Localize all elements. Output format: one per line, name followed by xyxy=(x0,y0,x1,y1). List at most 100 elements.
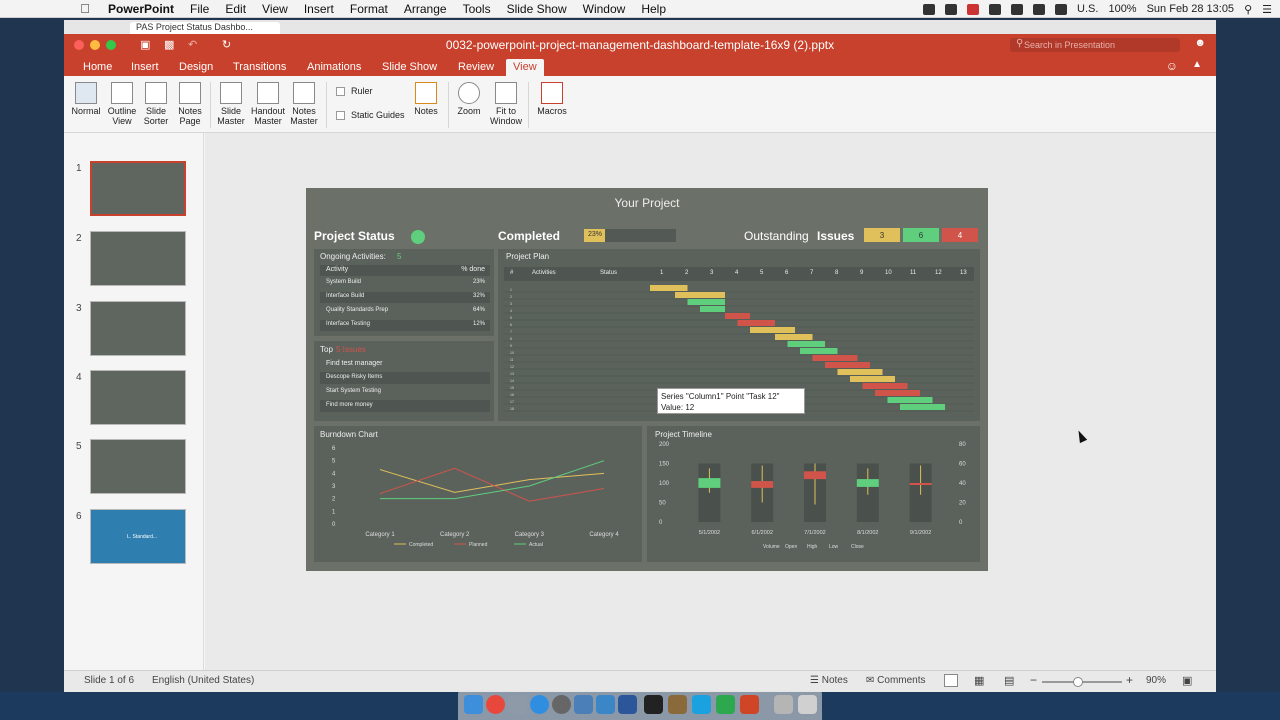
notes-button[interactable]: Notes xyxy=(408,82,444,116)
fit-to-window-button[interactable]: Fit to Window xyxy=(486,82,526,126)
airplay-icon[interactable] xyxy=(989,3,1002,15)
volume-icon[interactable] xyxy=(1033,3,1046,15)
notes-master-button[interactable]: Notes Master xyxy=(286,82,322,126)
powerpoint-icon[interactable] xyxy=(740,695,759,714)
menu-slide-show[interactable]: Slide Show xyxy=(499,2,575,16)
terminal-icon[interactable] xyxy=(644,695,663,714)
spotlight-icon[interactable]: ⚲ xyxy=(1244,3,1252,16)
tab-home[interactable]: Home xyxy=(76,59,119,76)
zoom-level[interactable]: 90% xyxy=(1146,675,1166,686)
slide-thumbnail-1[interactable] xyxy=(90,161,186,216)
input-source[interactable]: U.S. xyxy=(1077,3,1098,15)
menu-insert[interactable]: Insert xyxy=(296,2,342,16)
slide-thumbnail-5[interactable] xyxy=(90,439,186,494)
slide-thumbnail-3[interactable] xyxy=(90,301,186,356)
apple-icon[interactable]:  xyxy=(70,1,100,16)
zoom-out-icon[interactable]: − xyxy=(1030,673,1037,687)
menu-view[interactable]: View xyxy=(254,2,296,16)
thumb-number: 4 xyxy=(76,372,82,383)
slide-thumbnail-4[interactable] xyxy=(90,370,186,425)
menu-help[interactable]: Help xyxy=(633,2,674,16)
gantt-row-number: 13 xyxy=(510,372,514,376)
tab-view[interactable]: View xyxy=(506,59,544,76)
document-tab[interactable]: PAS Project Status Dashbo... xyxy=(130,22,280,34)
menu-arrange[interactable]: Arrange xyxy=(396,2,455,16)
notes-page-button[interactable]: Notes Page xyxy=(172,82,208,126)
safari-icon[interactable] xyxy=(530,695,549,714)
activity-row: System Build 23% xyxy=(320,278,490,289)
zoom-button[interactable]: Zoom xyxy=(452,82,486,116)
word-icon[interactable] xyxy=(618,695,637,714)
chrome-icon[interactable] xyxy=(486,695,505,714)
x-tick-label: Category 3 xyxy=(515,532,545,538)
smiley-feedback-icon[interactable]: ☺ xyxy=(1166,59,1178,73)
bluetooth-icon[interactable] xyxy=(1011,3,1024,15)
slide-1[interactable]: Your Project Project Status Completed 23… xyxy=(306,188,988,571)
menu-edit[interactable]: Edit xyxy=(217,2,254,16)
thumb-number: 1 xyxy=(76,163,82,174)
script-editor-icon[interactable] xyxy=(668,695,687,714)
menu-file[interactable]: File xyxy=(182,2,217,16)
y-tick-label: 5 xyxy=(332,459,336,465)
battery-status[interactable]: 100% xyxy=(1108,3,1136,15)
slide-sorter-status-icon[interactable]: ▦ xyxy=(974,674,984,687)
tab-slide-show[interactable]: Slide Show xyxy=(375,59,444,76)
normal-view-button[interactable]: Normal xyxy=(68,82,104,116)
ruler-checkbox[interactable]: Ruler xyxy=(336,86,373,97)
app-menu[interactable]: PowerPoint xyxy=(100,2,182,16)
notification-center-icon[interactable]: ☰ xyxy=(1262,3,1272,16)
tab-animations[interactable]: Animations xyxy=(300,59,368,76)
y-tick-label: 3 xyxy=(332,484,336,490)
collapse-ribbon-icon[interactable]: ▲ xyxy=(1192,59,1202,70)
handout-master-button[interactable]: Handout Master xyxy=(250,82,286,126)
dropbox-icon[interactable] xyxy=(945,3,958,15)
slide-master-button[interactable]: Slide Master xyxy=(214,82,248,126)
activity-row: Quality Standards Prep 64% xyxy=(320,306,490,317)
tab-design[interactable]: Design xyxy=(172,59,220,76)
record-icon[interactable] xyxy=(967,3,980,15)
virtualbox-icon[interactable] xyxy=(574,695,593,714)
slide-thumbnail-2[interactable] xyxy=(90,231,186,286)
static-guides-checkbox[interactable]: Static Guides xyxy=(336,110,405,121)
legend-label: Close xyxy=(851,544,864,550)
skype-icon[interactable] xyxy=(692,695,711,714)
camtasia-icon[interactable] xyxy=(716,695,735,714)
legend-label: Completed xyxy=(409,542,433,548)
tab-transitions[interactable]: Transitions xyxy=(226,59,293,76)
reading-view-icon[interactable]: ▤ xyxy=(1004,674,1014,687)
menu-format[interactable]: Format xyxy=(342,2,396,16)
menu-tools[interactable]: Tools xyxy=(455,2,499,16)
macros-button[interactable]: Macros xyxy=(532,82,572,116)
search-input[interactable]: Search in Presentation xyxy=(1010,38,1180,52)
fit-slide-icon[interactable]: ▣ xyxy=(1182,674,1192,687)
edge-icon[interactable] xyxy=(596,695,615,714)
normal-view-status-icon[interactable] xyxy=(944,674,958,687)
language-status[interactable]: English (United States) xyxy=(152,675,254,686)
outline-view-button[interactable]: Outline View xyxy=(104,82,140,126)
comments-toggle[interactable]: ✉ Comments xyxy=(866,675,926,686)
tab-review[interactable]: Review xyxy=(451,59,501,76)
notes-toggle[interactable]: ☰ Notes xyxy=(810,675,848,686)
finder-icon[interactable] xyxy=(464,695,483,714)
share-icon[interactable]: ☻ xyxy=(1194,37,1206,49)
creative-cloud-icon[interactable] xyxy=(923,3,936,15)
menu-window[interactable]: Window xyxy=(575,2,634,16)
gantt-row-number: 9 xyxy=(510,344,512,348)
trash-icon[interactable] xyxy=(798,695,817,714)
clock[interactable]: Sun Feb 28 13:05 xyxy=(1147,3,1234,15)
launchpad-icon[interactable] xyxy=(508,695,527,714)
y-tick-label: 4 xyxy=(332,471,336,477)
burndown-series-line xyxy=(379,469,605,493)
slide-sorter-button[interactable]: Slide Sorter xyxy=(138,82,174,126)
zoom-in-icon[interactable]: + xyxy=(1126,673,1133,687)
settings-icon[interactable] xyxy=(552,695,571,714)
tab-insert[interactable]: Insert xyxy=(124,59,166,76)
burndown-chart[interactable]: 0 1 2 3 4 5 6 Category 1 Category 2 Category 3 Cat… xyxy=(314,440,642,562)
candle-body xyxy=(751,481,774,488)
wifi-icon[interactable] xyxy=(1055,3,1068,15)
gantt-bar xyxy=(900,404,945,410)
slide-thumbnail-6[interactable]: L. Standard... xyxy=(90,509,186,564)
timeline-chart[interactable]: 0 50 100 150 200 0 20 40 60 80 5/1/2002 6/1/2002 7/1… xyxy=(647,440,980,562)
downloads-icon[interactable] xyxy=(774,695,793,714)
zoom-slider-thumb[interactable] xyxy=(1073,677,1083,687)
